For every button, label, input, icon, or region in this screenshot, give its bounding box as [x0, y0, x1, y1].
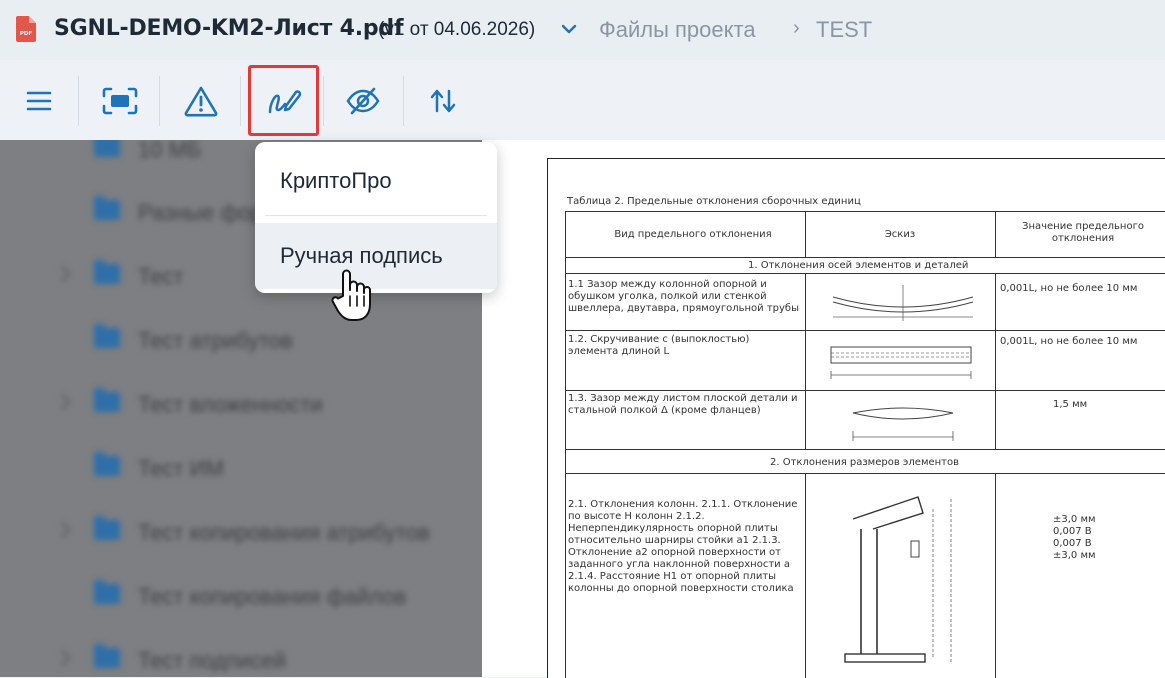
- document-version[interactable]: (v1 от 04.06.2026): [378, 19, 535, 41]
- table-line: [565, 211, 1165, 212]
- tree-item-label: Тест вложенности: [138, 392, 323, 417]
- folder-icon: [94, 324, 120, 348]
- toolbar-divider: [240, 76, 241, 126]
- tree-item[interactable]: Тест подписей: [0, 638, 482, 677]
- tree-item-label: Тест копирования атрибутов: [138, 520, 430, 545]
- row-description: 2.1. Отклонения колонн. 2.1.1. Отклонени…: [568, 499, 798, 594]
- table-caption: Таблица 2. Предельные отклонения сборочн…: [567, 196, 861, 207]
- tree-item-label: Тест атрибутов: [138, 328, 293, 353]
- sign-button[interactable]: [248, 65, 319, 136]
- chevron-right-icon[interactable]: [53, 649, 71, 667]
- row-value: ±3,0 мм: [1053, 550, 1096, 561]
- chevron-down-icon[interactable]: [560, 22, 578, 36]
- table-line: [805, 211, 806, 257]
- table-line: [805, 473, 806, 678]
- tree-item-label: Тест подписей: [138, 648, 286, 673]
- section-heading: 2. Отклонения размеров элементов: [770, 457, 960, 468]
- sort-arrows-icon: [430, 89, 456, 113]
- sketch-drawing: [832, 285, 974, 321]
- eye-off-icon: [346, 87, 380, 115]
- row-description: 1.2. Скручивание с (выпоклостью) элемент…: [568, 334, 750, 357]
- folder-icon: [94, 196, 120, 220]
- document-title: SGNL-DEMO-KM2-Лист 4.pdf: [54, 16, 404, 41]
- breadcrumb-project-files[interactable]: Файлы проекта: [599, 17, 756, 43]
- row-value: ±3,0 мм: [1053, 514, 1096, 525]
- tree-item[interactable]: Тест ИМ: [0, 446, 482, 486]
- toolbar-divider: [78, 76, 79, 126]
- table-line: [565, 390, 1165, 391]
- hide-annotations-button[interactable]: [337, 62, 389, 140]
- menu-divider: [265, 215, 487, 216]
- tree-item-label: Тест копирования файлов: [138, 584, 407, 609]
- row-value: 0,007 В: [1053, 538, 1092, 549]
- toolbar-divider: [323, 76, 324, 126]
- folder-icon: [94, 140, 120, 157]
- folder-icon: [94, 388, 120, 412]
- title-bar: PDF SGNL-DEMO-KM2-Лист 4.pdf (v1 от 04.0…: [0, 0, 1165, 60]
- table-line: [805, 273, 806, 449]
- menu-icon: [26, 91, 52, 111]
- tree-item-label: Тест ИМ: [138, 456, 224, 481]
- tree-item[interactable]: Тест копирования файлов: [0, 574, 482, 614]
- sketch-drawing: [844, 496, 952, 664]
- warnings-button[interactable]: [176, 62, 226, 140]
- pdf-file-icon: PDF: [16, 16, 36, 42]
- table-line: [565, 449, 1165, 450]
- menu-item-manual-signature[interactable]: Ручная подпись: [255, 223, 497, 289]
- menu-item-label: Ручная подпись: [280, 243, 443, 268]
- row-description: 1.3. Зазор между листом плоской детали и…: [568, 393, 798, 416]
- viewer-toolbar: [0, 62, 1165, 140]
- row-value: 0,007 В: [1053, 526, 1092, 537]
- col-header-sketch: Эскиз: [884, 229, 916, 240]
- tree-item[interactable]: Тест копирования атрибутов: [0, 510, 482, 550]
- sketch-drawing: [830, 346, 972, 379]
- table-line: [995, 473, 996, 678]
- chevron-right-icon[interactable]: [53, 265, 71, 283]
- menu-item-label: КриптоПро: [280, 168, 392, 193]
- table-line: [565, 273, 1165, 274]
- col-header-type: Вид предельного отклонения: [614, 229, 772, 240]
- pdf-sheet-content: Таблица 2. Предельные отклонения сборочн…: [548, 159, 1165, 678]
- col-header-value: Значение предельного отклонения: [1022, 221, 1144, 244]
- pdf-badge-text: PDF: [20, 31, 33, 37]
- section-heading: 1. Отклонения осей элементов и деталей: [748, 260, 969, 271]
- table-line: [995, 273, 996, 449]
- tree-item-label: Тест: [138, 264, 184, 289]
- row-description: 1.1 Зазор между колонной опорной и обушк…: [568, 279, 799, 314]
- chevron-right-icon[interactable]: [53, 521, 71, 539]
- tree-item[interactable]: Тест атрибутов: [0, 318, 482, 358]
- folder-icon: [94, 260, 120, 284]
- tree-item-label: 10 МБ: [138, 140, 202, 162]
- fit-screen-button[interactable]: [94, 62, 146, 140]
- pdf-page[interactable]: Таблица 2. Предельные отклонения сборочн…: [547, 158, 1165, 678]
- fit-screen-icon: [102, 87, 138, 115]
- table-line: [565, 211, 566, 678]
- signature-icon: [268, 89, 301, 113]
- row-value: 1,5 мм: [1053, 399, 1088, 410]
- table-line: [565, 473, 1165, 474]
- tree-item[interactable]: Тест вложенности: [0, 382, 482, 422]
- breadcrumb-separator: ›: [793, 17, 800, 39]
- table-line: [565, 330, 1165, 331]
- sign-dropdown-menu: КриптоПро Ручная подпись: [255, 142, 497, 293]
- chevron-right-icon[interactable]: [53, 393, 71, 411]
- warning-icon: [184, 86, 218, 117]
- toolbar-divider: [403, 76, 404, 126]
- table-line: [995, 211, 996, 257]
- breadcrumb-test[interactable]: TEST: [816, 17, 872, 43]
- menu-button[interactable]: [14, 62, 64, 140]
- sort-button[interactable]: [418, 62, 468, 140]
- table-line: [565, 257, 1165, 258]
- hand-cursor-icon: [331, 269, 371, 321]
- row-value: 0,001L, но не более 10 мм: [1000, 283, 1138, 294]
- folder-icon: [94, 516, 120, 540]
- folder-icon: [94, 580, 120, 604]
- folder-icon: [94, 644, 120, 668]
- toolbar-divider: [159, 76, 160, 126]
- folder-icon: [94, 452, 120, 476]
- row-value: 0,001L, но не более 10 мм: [1000, 336, 1138, 347]
- sketch-drawing: [852, 407, 954, 441]
- menu-item-cryptopro[interactable]: КриптоПро: [255, 148, 497, 214]
